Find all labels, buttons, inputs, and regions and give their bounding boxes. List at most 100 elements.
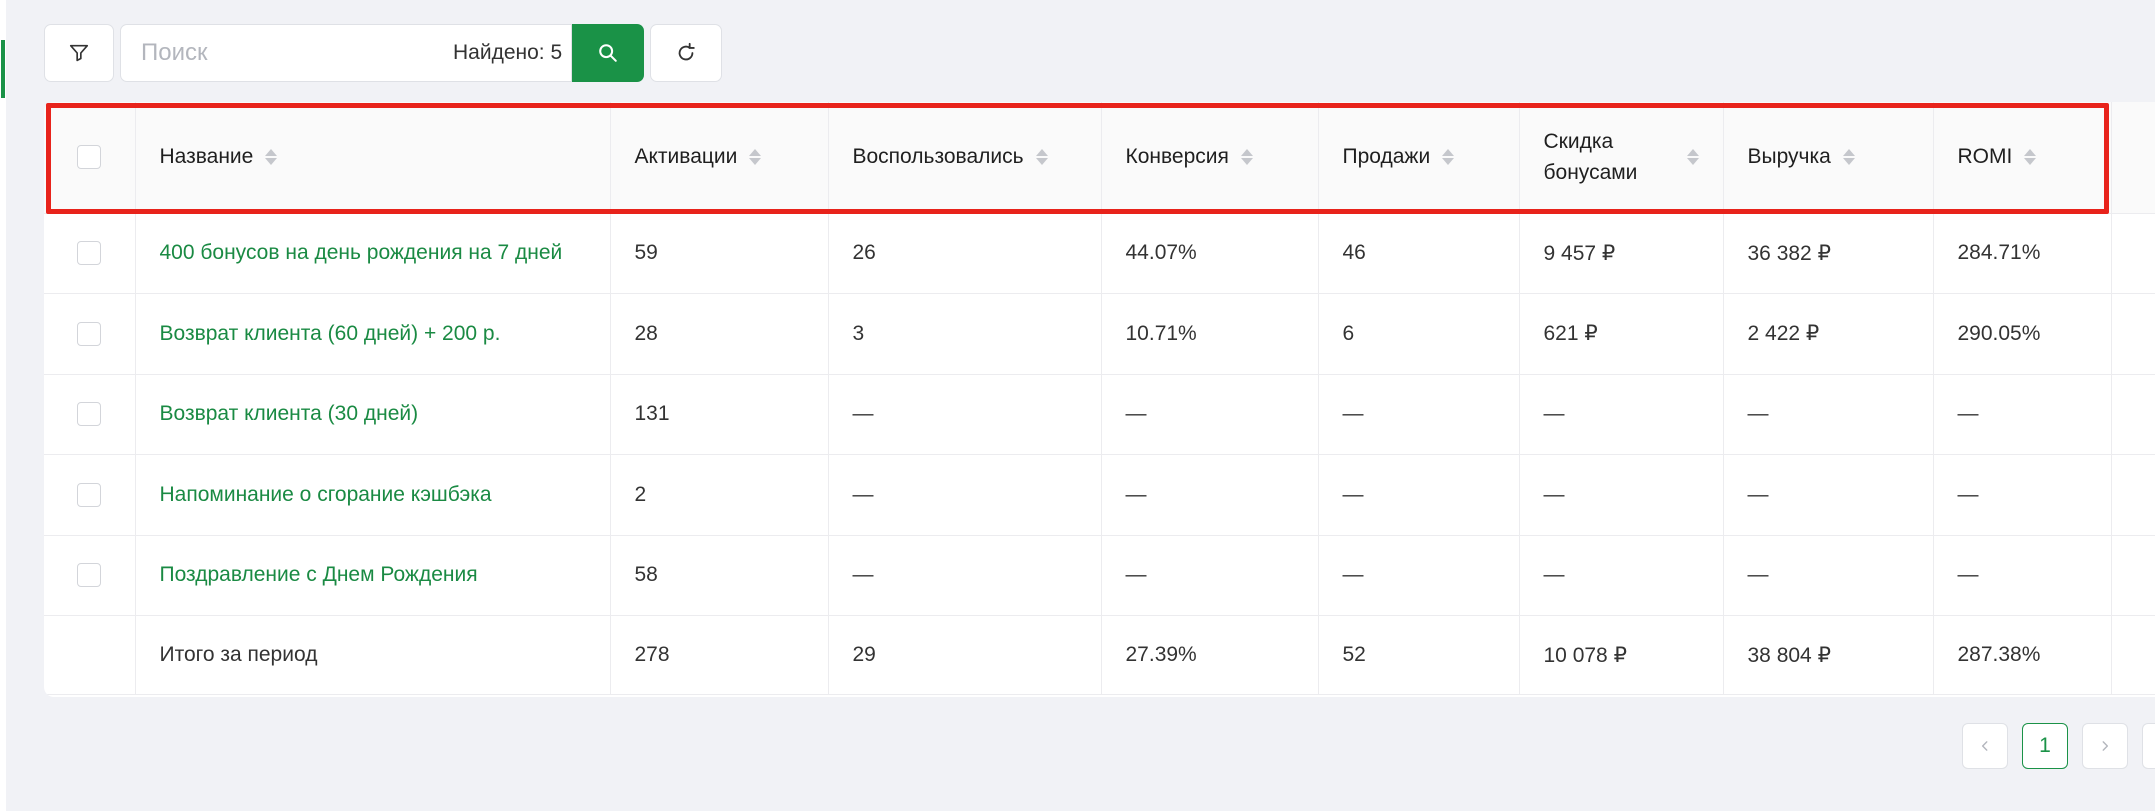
row-checkbox[interactable] — [77, 321, 102, 346]
column-label: Название — [159, 145, 254, 169]
cell-romi: — — [1933, 535, 2112, 616]
cell-discount: 10 078 ₽ — [1519, 615, 1724, 695]
row-checkbox[interactable] — [77, 482, 102, 507]
cell-sales: 6 — [1318, 293, 1520, 375]
cell-romi: — — [1933, 374, 2112, 455]
chevron-left-icon — [1981, 741, 1988, 751]
cell-sales: — — [1318, 535, 1520, 616]
cell-activations: 131 — [610, 374, 829, 455]
cell-discount: — — [1519, 374, 1724, 455]
campaigns-table: Название Активации Воспользовались Конве… — [44, 102, 2155, 697]
column-header-discount[interactable]: Скидка бонусами — [1519, 102, 1724, 214]
campaign-link[interactable]: 400 бонусов на день рождения на 7 дней — [160, 241, 563, 264]
column-header-name[interactable]: Название — [135, 102, 611, 214]
row-select-cell — [44, 454, 136, 536]
next-page-button[interactable] — [2082, 723, 2128, 769]
sort-icon[interactable] — [1442, 149, 1455, 166]
row-checkbox[interactable] — [77, 402, 102, 427]
search-button[interactable] — [572, 24, 644, 82]
sort-icon[interactable] — [1842, 149, 1855, 166]
column-label: Активации — [634, 145, 738, 169]
column-header-activations[interactable]: Активации — [610, 102, 829, 214]
campaign-link[interactable]: Поздравление с Днем Рождения — [160, 563, 478, 586]
column-label: Скидка бонусами — [1543, 129, 1638, 185]
table-row: Возврат клиента (60 дней) + 200 р. 28 3 … — [44, 293, 2155, 375]
cell-extra — [2111, 213, 2155, 294]
cell-discount: 621 ₽ — [1519, 293, 1724, 375]
cell-used: 3 — [828, 293, 1102, 375]
cell-name[interactable]: 400 бонусов на день рождения на 7 дней — [135, 213, 611, 294]
column-header-romi[interactable]: ROMI — [1933, 102, 2112, 214]
sort-icon[interactable] — [1240, 149, 1253, 166]
sort-icon[interactable] — [2024, 149, 2037, 166]
filter-icon — [69, 44, 89, 62]
cell-romi: — — [1933, 454, 2112, 536]
sort-icon[interactable] — [749, 149, 762, 166]
cell-name[interactable]: Поздравление с Днем Рождения — [135, 535, 611, 616]
reload-icon — [678, 42, 695, 61]
cell-conversion: — — [1101, 374, 1319, 455]
prev-page-button[interactable] — [1962, 723, 2008, 769]
table-header-row: Название Активации Воспользовались Конве… — [44, 102, 2155, 214]
chevron-right-icon — [2102, 741, 2109, 751]
reload-button[interactable] — [650, 24, 722, 82]
total-row: Итого за период 278 29 27.39% 52 10 078 … — [44, 615, 2155, 695]
row-checkbox[interactable] — [77, 241, 102, 266]
row-select-cell — [44, 293, 136, 375]
table-row: 400 бонусов на день рождения на 7 дней 5… — [44, 213, 2155, 294]
cell-revenue: — — [1723, 374, 1934, 455]
cell-used: 29 — [828, 615, 1102, 695]
found-count: Найдено: 5 — [453, 41, 563, 64]
cell-extra — [2111, 454, 2155, 536]
header-select-cell — [44, 102, 136, 214]
cell-activations: 58 — [610, 535, 829, 616]
column-header-revenue[interactable]: Выручка — [1723, 102, 1934, 214]
active-indicator — [1, 40, 5, 98]
column-header-sales[interactable]: Продажи — [1318, 102, 1520, 214]
column-header-used[interactable]: Воспользовались — [828, 102, 1102, 214]
cell-name[interactable]: Напоминание о сгорание кэшбэка — [135, 454, 611, 536]
campaign-link[interactable]: Возврат клиента (60 дней) + 200 р. — [160, 322, 501, 345]
search-field: Найдено: 5 — [120, 24, 572, 82]
column-label: Воспользовались — [852, 145, 1024, 169]
campaign-link[interactable]: Напоминание о сгорание кэшбэка — [160, 483, 492, 506]
cell-revenue: 36 382 ₽ — [1723, 213, 1934, 294]
cell-used: — — [828, 454, 1102, 536]
cell-extra — [2111, 615, 2155, 695]
total-select-cell — [44, 615, 136, 695]
table-row: Возврат клиента (30 дней) 131 — — — — — … — [44, 374, 2155, 455]
cell-sales: 46 — [1318, 213, 1520, 294]
cell-romi: 287.38% — [1933, 615, 2112, 695]
column-header-conversion[interactable]: Конверсия — [1101, 102, 1319, 214]
row-select-cell — [44, 535, 136, 616]
cell-used: — — [828, 374, 1102, 455]
cell-activations: 59 — [610, 213, 829, 294]
cell-revenue: — — [1723, 535, 1934, 616]
row-checkbox[interactable] — [77, 563, 102, 588]
cell-romi: 284.71% — [1933, 213, 2112, 294]
search-input[interactable] — [139, 38, 453, 68]
campaign-link[interactable]: Возврат клиента (30 дней) — [160, 402, 419, 425]
pagination: 1 — [1962, 723, 2155, 769]
cell-name[interactable]: Возврат клиента (30 дней) — [135, 374, 611, 455]
cell-sales: — — [1318, 374, 1520, 455]
cell-revenue: 38 804 ₽ — [1723, 615, 1934, 695]
row-select-cell — [44, 213, 136, 294]
filter-button[interactable] — [44, 24, 114, 82]
sort-icon[interactable] — [1686, 149, 1699, 166]
cell-conversion: — — [1101, 535, 1319, 616]
toolbar: Найдено: 5 — [44, 24, 722, 84]
cell-conversion: 10.71% — [1101, 293, 1319, 375]
sort-icon[interactable] — [1035, 149, 1048, 166]
cell-sales: 52 — [1318, 615, 1520, 695]
table-row: Поздравление с Днем Рождения 58 — — — — … — [44, 535, 2155, 616]
cell-used: 26 — [828, 213, 1102, 294]
header-extra-cell — [2111, 102, 2155, 214]
cell-discount: — — [1519, 535, 1724, 616]
page-size-select[interactable] — [2142, 723, 2155, 769]
select-all-checkbox[interactable] — [77, 145, 102, 170]
sort-icon[interactable] — [265, 149, 278, 166]
column-label: Продажи — [1342, 145, 1431, 169]
page-button-1[interactable]: 1 — [2022, 723, 2068, 769]
cell-name[interactable]: Возврат клиента (60 дней) + 200 р. — [135, 293, 611, 375]
